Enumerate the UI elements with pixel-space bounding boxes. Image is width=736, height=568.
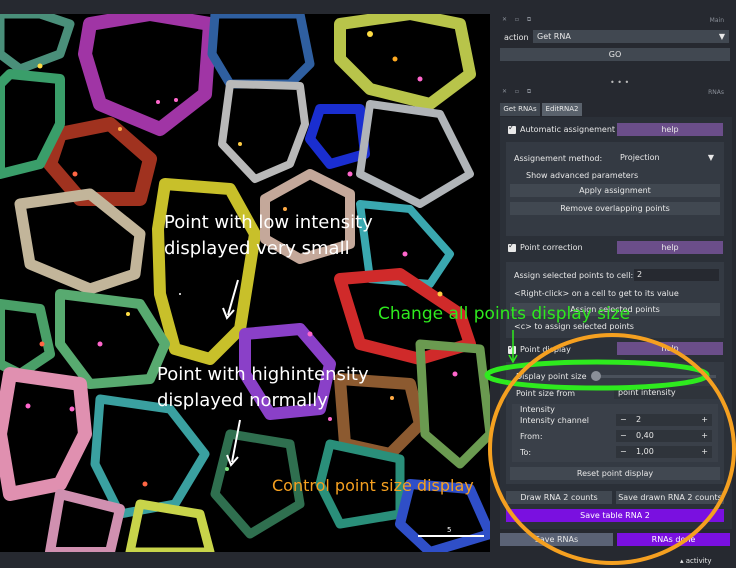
activity-label: activity <box>685 557 712 565</box>
point-correction-help-button[interactable]: help <box>617 241 723 254</box>
from-spinbox[interactable]: − 0,40 + <box>616 430 712 442</box>
point-correction-checkbox[interactable] <box>508 241 516 252</box>
assign-cell-input[interactable]: 2 <box>634 269 719 281</box>
chevron-down-icon: ▼ <box>718 32 725 41</box>
viewer-top-strip <box>0 0 490 14</box>
to-value: 1,00 <box>636 447 654 456</box>
change-all-annotation: Change all points display size <box>378 304 631 324</box>
right-click-hint: <Right-click> on a cell to get to its va… <box>514 289 679 298</box>
image-viewer-canvas[interactable]: 5 <box>0 14 490 552</box>
plus-icon[interactable]: + <box>701 414 708 426</box>
low-intensity-annotation-line1: Point with low intensity <box>164 212 373 233</box>
save-rnas-button[interactable]: Save RNAs <box>500 533 613 546</box>
from-value: 0,40 <box>636 431 654 440</box>
rnas-done-button[interactable]: RNAs done <box>617 533 730 546</box>
minus-icon[interactable]: − <box>620 430 627 442</box>
plus-icon[interactable]: + <box>701 430 708 442</box>
minus-icon[interactable]: − <box>620 446 627 458</box>
save-drawn-counts-button[interactable]: Save drawn RNA 2 counts <box>616 491 724 504</box>
point-display-help-button[interactable]: help <box>617 342 723 355</box>
control-annotation: Control point size display <box>272 476 474 495</box>
save-table-button[interactable]: Save table RNA 2 <box>506 509 724 522</box>
remove-overlap-button[interactable]: Remove overlapping points <box>510 202 720 215</box>
apply-assignment-button[interactable]: Apply assignment <box>510 184 720 197</box>
point-display-label: Point display <box>520 345 571 354</box>
cell-segmentation-image <box>0 14 490 552</box>
display-size-slider-handle[interactable] <box>591 371 601 381</box>
assign-method-dropdown[interactable]: Projection ▼ <box>616 151 718 164</box>
to-label: To: <box>520 448 532 457</box>
dock-controls-icon[interactable]: ✕ ▫ ⧉ <box>502 16 534 24</box>
from-label: From: <box>520 432 543 441</box>
intensity-channel-spinbox[interactable]: − 2 + <box>616 414 712 426</box>
minus-icon[interactable]: − <box>620 414 627 426</box>
auto-assign-help-button[interactable]: help <box>617 123 723 136</box>
draw-counts-button[interactable]: Draw RNA 2 counts <box>506 491 612 504</box>
main-dock-title: Main <box>709 17 724 24</box>
intensity-channel-value: 2 <box>636 415 642 424</box>
right-dock-panel: ✕ ▫ ⧉ Main action Get RNA ▼ GO • • • ✕ ▫… <box>496 0 736 568</box>
action-dropdown[interactable]: Get RNA ▼ <box>533 30 729 43</box>
action-label: action <box>504 33 529 42</box>
point-size-from-dropdown[interactable]: point intensity <box>614 386 718 399</box>
auto-assign-label: Automatic assignement <box>520 125 616 134</box>
intensity-title: Intensity <box>520 405 555 414</box>
display-size-slider-track[interactable] <box>592 375 716 378</box>
main-dock-titlebar: ✕ ▫ ⧉ Main <box>496 14 732 26</box>
low-intensity-annotation-line2: displayed very small <box>164 238 350 259</box>
activity-indicator[interactable]: ▴ activity <box>680 557 712 565</box>
show-advanced-toggle[interactable]: Show advanced parameters <box>526 171 638 180</box>
plus-icon[interactable]: + <box>701 446 708 458</box>
assign-selected-label: Assign selected points to cell: <box>514 271 634 280</box>
scale-bar-label: 5 <box>447 526 452 534</box>
point-size-from-label: Point size from <box>516 389 576 398</box>
tab-editrna2[interactable]: EditRNA2 <box>542 103 582 116</box>
rnas-dock-title: RNAs <box>708 89 724 96</box>
assign-method-label: Assignement method: <box>514 154 603 163</box>
display-size-label: Display point size <box>516 372 587 381</box>
assign-method-value: Projection <box>620 153 660 162</box>
dock-controls-icon[interactable]: ✕ ▫ ⧉ <box>502 88 534 96</box>
to-spinbox[interactable]: − 1,00 + <box>616 446 712 458</box>
point-display-checkbox[interactable] <box>508 343 516 354</box>
rnas-dock-titlebar: ✕ ▫ ⧉ RNAs <box>496 86 732 98</box>
reset-point-display-button[interactable]: Reset point display <box>510 467 720 480</box>
viewer-bottom-strip <box>0 552 490 568</box>
high-intensity-annotation-line2: displayed normally <box>157 390 328 411</box>
high-intensity-annotation-line1: Point with highintensity <box>157 364 369 385</box>
go-button[interactable]: GO <box>500 48 730 61</box>
tab-get-rnas[interactable]: Get RNAs <box>500 103 540 116</box>
action-dropdown-value: Get RNA <box>537 32 571 41</box>
intensity-channel-label: Intensity channel <box>520 416 590 425</box>
auto-assign-checkbox[interactable] <box>508 123 516 134</box>
chevron-down-icon: ▼ <box>707 153 714 162</box>
point-size-from-value: point intensity <box>618 388 676 397</box>
point-correction-label: Point correction <box>520 243 583 252</box>
